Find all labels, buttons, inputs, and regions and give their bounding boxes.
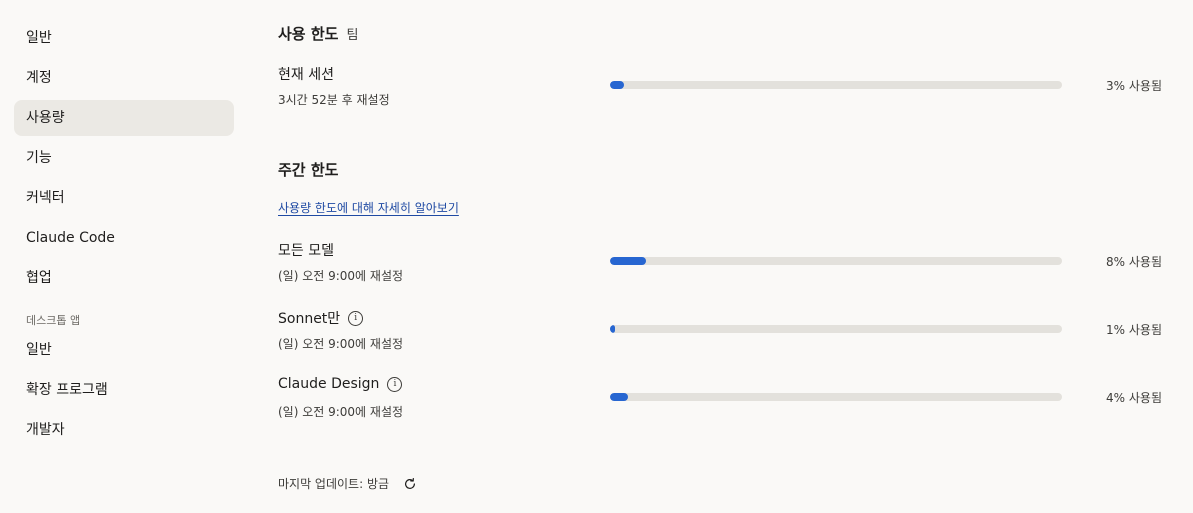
weekly-limits-title: 주간 한도 [278, 161, 339, 179]
weekly-row-sonnet-reset: (일) 오전 9:00에 재설정 [278, 337, 404, 351]
current-session-progress-fill [610, 81, 624, 89]
weekly-row-all-models-reset: (일) 오전 9:00에 재설정 [278, 269, 404, 283]
weekly-row-claude-design-label: Claude Design i [278, 376, 403, 392]
sidebar-item-account[interactable]: 계정 [14, 60, 234, 96]
info-icon[interactable]: i [348, 310, 364, 326]
refresh-icon[interactable] [403, 477, 417, 491]
sidebar-item-desktop-general[interactable]: 일반 [14, 332, 234, 368]
weekly-row-claude-design-progress-fill [610, 393, 629, 401]
sidebar-item-claude-code[interactable]: Claude Code [14, 220, 234, 256]
weekly-row-sonnet-progress-bar [610, 325, 1062, 333]
usage-limits-title: 사용 한도 [278, 25, 339, 43]
weekly-row-sonnet-progress-fill [610, 325, 615, 333]
sidebar-item-extensions[interactable]: 확장 프로그램 [14, 372, 234, 408]
weekly-row-all-models-progress-fill [610, 257, 647, 265]
plan-tag: 팀 [346, 28, 359, 43]
sidebar-item-connectors[interactable]: 커넥터 [14, 180, 234, 216]
current-session-title: 현재 세션 [278, 67, 334, 83]
sidebar-item-general[interactable]: 일반 [14, 20, 234, 56]
weekly-row-sonnet-label: Sonnet만 i [278, 308, 364, 328]
weekly-row-all-models-progress-bar [610, 257, 1062, 265]
weekly-row-label: 모든 모델 [278, 243, 334, 259]
settings-sidebar: 일반 계정 사용량 기능 커넥터 Claude Code 협업 데스크톱 앱 일… [14, 20, 234, 452]
sidebar-item-features[interactable]: 기능 [14, 140, 234, 176]
current-session-label: 현재 세션 [278, 64, 334, 84]
sidebar-item-usage[interactable]: 사용량 [14, 100, 234, 136]
weekly-row-claude-design-reset: (일) 오전 9:00에 재설정 [278, 405, 404, 419]
sidebar-section-desktop-app: 데스크톱 앱 [26, 314, 81, 327]
weekly-row-label: Sonnet만 [278, 311, 341, 327]
current-session-reset: 3시간 52분 후 재설정 [278, 93, 390, 107]
weekly-row-all-models-label: 모든 모델 [278, 240, 334, 260]
weekly-row-sonnet-percent: 1% 사용됨 [1106, 323, 1162, 337]
info-icon[interactable]: i [387, 376, 403, 392]
current-session-progress-bar [610, 81, 1062, 89]
last-updated: 마지막 업데이트: 방금 [278, 475, 417, 492]
current-session-percent: 3% 사용됨 [1106, 79, 1162, 93]
sidebar-item-collaboration[interactable]: 협업 [14, 260, 234, 296]
learn-more-usage-link[interactable]: 사용량 한도에 대해 자세히 알아보기 [278, 199, 459, 216]
usage-limits-heading: 사용 한도 팀 [278, 23, 358, 44]
weekly-row-label: Claude Design [278, 376, 380, 392]
sidebar-item-developer[interactable]: 개발자 [14, 412, 234, 448]
weekly-row-claude-design-progress-bar [610, 393, 1062, 401]
usage-panel: 사용 한도 팀 현재 세션 3시간 52분 후 재설정 3% 사용됨 주간 한도 … [278, 0, 1168, 513]
weekly-row-claude-design-percent: 4% 사용됨 [1106, 391, 1162, 405]
last-updated-text: 마지막 업데이트: 방금 [278, 477, 390, 491]
weekly-row-all-models-percent: 8% 사용됨 [1106, 255, 1162, 269]
